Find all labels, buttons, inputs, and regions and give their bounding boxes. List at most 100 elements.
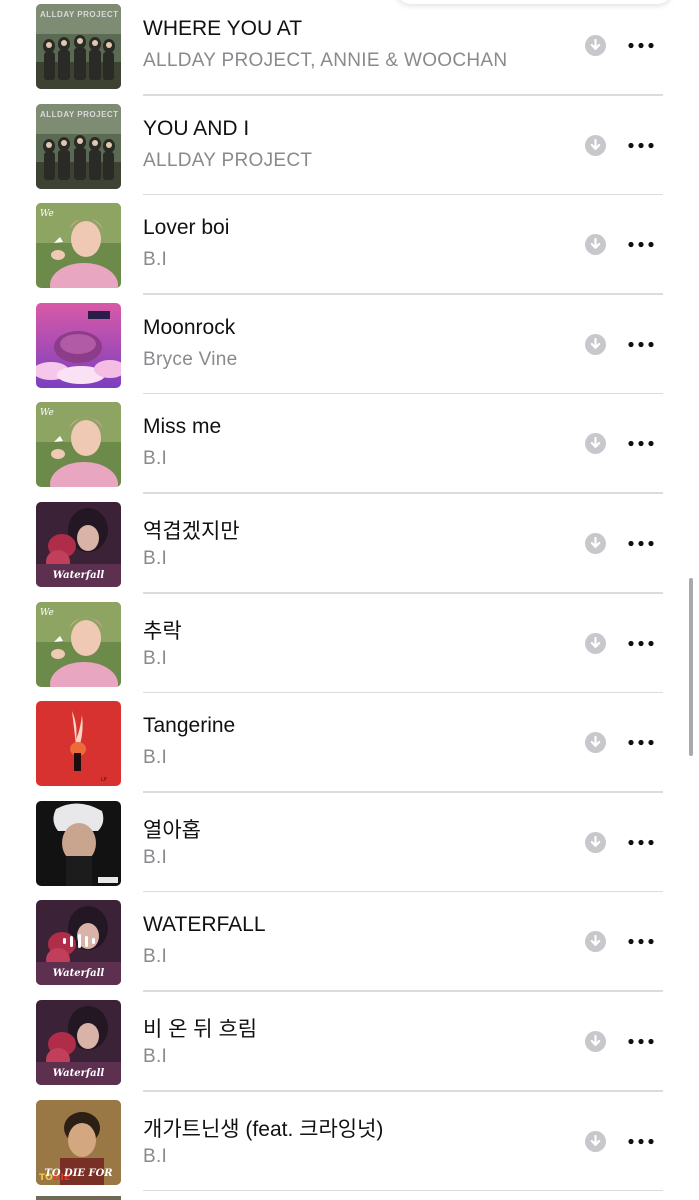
download-icon[interactable] (585, 1130, 606, 1152)
row-separator (143, 193, 663, 196)
download-icon[interactable] (585, 831, 606, 853)
artwork-text: TO DIE FOR (44, 1167, 113, 1179)
album-artwork: Waterfall (36, 502, 121, 587)
track-artist: B.I (143, 548, 168, 569)
row-separator (143, 691, 663, 694)
track-artist: B.I (143, 448, 168, 470)
track-artist: B.I (143, 946, 168, 968)
download-icon[interactable] (585, 35, 606, 56)
row-separator (143, 94, 663, 96)
more-options-icon[interactable] (626, 334, 656, 355)
album-artwork: We (36, 601, 121, 687)
row-separator (143, 890, 663, 893)
download-icon[interactable] (585, 1031, 606, 1052)
track-title: Tangerine (143, 714, 236, 738)
row-separator (143, 293, 663, 295)
download-icon[interactable] (585, 433, 606, 455)
svg-text:LP: LP (101, 777, 107, 783)
download-icon[interactable] (585, 333, 606, 355)
track-title: 열아홉 (143, 818, 201, 842)
row-separator (143, 1189, 663, 1192)
more-options-icon[interactable] (626, 931, 656, 952)
track-row[interactable]: We Miss me B.I (0, 398, 699, 498)
row-separator (143, 392, 663, 395)
track-artist: ALLDAY PROJECT, ANNIE & WOOCHAN (143, 50, 508, 71)
now-playing-bar (77, 934, 81, 949)
more-options-icon[interactable] (626, 135, 656, 156)
next-track-artwork-peek (36, 1196, 121, 1200)
track-artist: B.I (143, 1145, 168, 1167)
track-artist: B.I (143, 747, 168, 769)
track-title: 비 온 뒤 흐림 (143, 1018, 258, 1041)
more-options-icon[interactable] (626, 234, 656, 255)
svg-text:We: We (40, 408, 54, 418)
more-options-icon[interactable] (626, 732, 656, 753)
more-options-icon[interactable] (626, 533, 656, 554)
row-separator (143, 1090, 663, 1092)
track-title: 추락 (143, 619, 182, 643)
track-artist: B.I (143, 846, 168, 868)
album-artwork: ALLDAY PROJECT (36, 4, 121, 89)
track-row[interactable]: TO DIE TO DIE FOR 개가트닌생 (feat. 크라잉넛) B.I (0, 1096, 699, 1196)
album-artwork: Waterfall (36, 900, 121, 986)
artwork-caption: ALLDAY PROJECT (40, 10, 119, 19)
track-row[interactable]: We Lover boi B.I (0, 199, 699, 299)
download-icon[interactable] (585, 931, 606, 953)
track-row[interactable]: ALLDAY PROJECT YOU AND I ALLDAY PROJECT (0, 100, 699, 200)
download-icon[interactable] (585, 533, 606, 554)
album-artwork (36, 800, 121, 886)
track-row[interactable]: 열아홉 B.I (0, 797, 699, 897)
artwork-caption: ALLDAY PROJECT (40, 109, 119, 119)
more-options-icon[interactable] (626, 35, 656, 56)
scrollbar[interactable] (689, 578, 693, 756)
track-title: WHERE YOU AT (143, 17, 303, 40)
svg-text:We: We (40, 209, 54, 219)
track-row[interactable]: Waterfall WATERFALL B.I (0, 896, 699, 996)
row-separator (143, 592, 663, 594)
track-artist: ALLDAY PROJECT (143, 149, 313, 171)
album-artwork: Waterfall (36, 1000, 121, 1085)
row-separator (143, 492, 663, 494)
track-row[interactable]: LP Tangerine B.I (0, 697, 699, 797)
track-artist: B.I (143, 249, 168, 271)
album-artwork: LP (36, 701, 121, 787)
download-icon[interactable] (585, 134, 606, 156)
track-artist: B.I (143, 1046, 168, 1067)
download-icon[interactable] (585, 632, 606, 654)
track-row[interactable]: ALLDAY PROJECT WHERE YOU AT ALLDAY PROJECT… (0, 0, 699, 100)
album-artwork: We (36, 203, 121, 289)
more-options-icon[interactable] (626, 832, 656, 853)
artwork-text: Waterfall (52, 968, 105, 980)
row-separator (143, 990, 663, 992)
album-artwork: ALLDAY PROJECT (36, 103, 121, 189)
row-separator (143, 791, 663, 793)
song-list-screen: ALLDAY PROJECT WHERE YOU AT ALLDAY PROJECT… (0, 0, 699, 1200)
track-title: Moonrock (143, 315, 236, 339)
now-playing-bar (63, 938, 66, 945)
more-options-icon[interactable] (626, 1031, 656, 1052)
more-options-icon[interactable] (626, 433, 656, 454)
more-options-icon[interactable] (626, 633, 656, 654)
track-row[interactable]: Waterfall 비 온 뒤 흐림 B.I (0, 996, 699, 1096)
now-playing-bar (70, 935, 74, 947)
track-title: Lover boi (143, 216, 230, 240)
track-row[interactable]: We 추락 B.I (0, 598, 699, 698)
now-playing-bar (92, 938, 95, 945)
svg-text:We: We (40, 608, 54, 618)
download-icon[interactable] (585, 732, 606, 754)
track-row[interactable]: Moonrock Bryce Vine (0, 299, 699, 399)
more-options-icon[interactable] (626, 1131, 656, 1152)
now-playing-bar (84, 935, 88, 947)
album-artwork: TO DIE TO DIE FOR (36, 1099, 121, 1185)
track-title: 역겹겠지만 (143, 520, 240, 543)
now-playing-bars-icon (63, 934, 95, 949)
track-title: WATERFALL (143, 913, 266, 937)
album-artwork: We (36, 402, 121, 488)
download-icon[interactable] (585, 234, 606, 256)
track-artist: Bryce Vine (143, 348, 238, 370)
track-row[interactable]: Waterfall 역겹겠지만 B.I (0, 498, 699, 598)
track-artist: B.I (143, 647, 168, 669)
track-title: Miss me (143, 415, 222, 439)
artwork-text: Waterfall (52, 1068, 105, 1079)
track-title: 개가트닌생 (feat. 크라잉넛) (143, 1117, 384, 1141)
